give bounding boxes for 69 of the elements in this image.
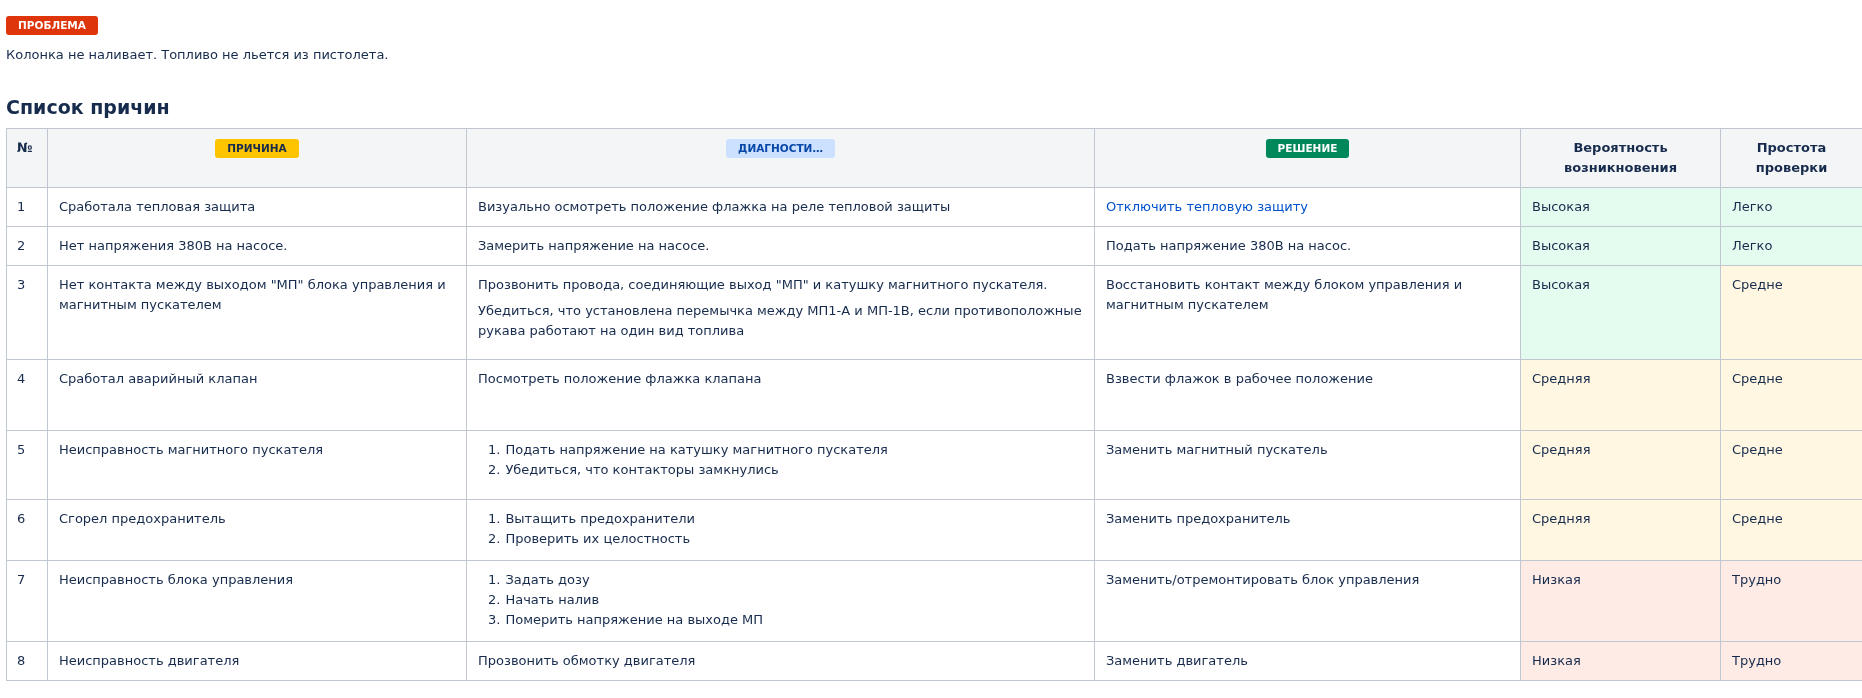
table-cell: Сработала тепловая защита (47, 187, 467, 227)
table-cell: 1 (6, 187, 48, 227)
ease-cell: Трудно (1720, 641, 1862, 681)
ease-cell: Легко (1720, 187, 1862, 227)
column-badge: ДИАГНОСТИ… (726, 139, 835, 158)
table-cell: Неисправность двигателя (47, 641, 467, 681)
table-cell: 7 (6, 560, 48, 642)
table-cell: Нет напряжения 380В на насосе. (47, 226, 467, 266)
table-cell: Подать напряжение 380В на насос. (1094, 226, 1521, 266)
table-cell: Заменить предохранитель (1094, 499, 1521, 561)
list-number: 1. (488, 510, 501, 528)
ease-cell: Средне (1720, 359, 1862, 431)
table-cell: Заменить магнитный пускатель (1094, 430, 1521, 500)
table-cell: Сработал аварийный клапан (47, 359, 467, 431)
column-badge: РЕШЕНИЕ (1265, 139, 1350, 158)
diagnostic-step: Прозвонить обмотку двигателя (478, 651, 1084, 671)
list-number: 2. (488, 591, 501, 609)
diagnostic-step: Задать дозу (505, 570, 590, 590)
solution-link[interactable]: Отключить тепловую защиту (1106, 199, 1308, 214)
column-header: Простота проверки (1720, 128, 1862, 188)
diagnostic-step: Убедиться, что установлена перемычка между МП1-А и МП-1В, если противоположные рукава работают на один вид топлива (478, 301, 1084, 341)
section-heading: Список причин (6, 96, 171, 118)
list-number: 3. (488, 611, 501, 629)
column-header: Вероятность возникновения (1520, 128, 1721, 188)
table-cell: 4 (6, 359, 48, 431)
list-number: 1. (488, 441, 501, 459)
probability-cell: Средняя (1520, 359, 1721, 431)
probability-cell: Средняя (1520, 430, 1721, 500)
column-badge: ПРИЧИНА (215, 139, 299, 158)
table-cell: 6 (6, 499, 48, 561)
diagnostic-step: Померить напряжение на выходе МП (505, 610, 764, 630)
ease-cell: Средне (1720, 430, 1862, 500)
table-cell: 3 (6, 265, 48, 360)
status-badge: ПРОБЛЕМА (6, 16, 98, 35)
list-number: 2. (488, 530, 501, 548)
diagnostic-step: Визуально осмотреть положение флажка на реле тепловой защиты (478, 197, 1084, 217)
probability-cell: Средняя (1520, 499, 1721, 561)
table-cell: Неисправность блока управления (47, 560, 467, 642)
diagnostic-step: Посмотреть положение флажка клапана (478, 369, 1084, 389)
column-header: № (6, 128, 48, 188)
ease-cell: Средне (1720, 265, 1862, 360)
ease-cell: Легко (1720, 226, 1862, 266)
table-cell: Неисправность магнитного пускателя (47, 430, 467, 500)
ease-cell: Средне (1720, 499, 1862, 561)
diagnostic-step: Начать налив (505, 590, 600, 610)
problem-description: Колонка не наливает. Топливо не льется из пистолета. (6, 47, 390, 62)
list-number: 2. (488, 461, 501, 479)
probability-cell: Высокая (1520, 265, 1721, 360)
ease-cell: Трудно (1720, 560, 1862, 642)
diagnostic-step: Вытащить предохранители (505, 509, 696, 529)
table-cell: Заменить двигатель (1094, 641, 1521, 681)
diagnostic-step: Проверить их целостность (505, 529, 691, 549)
probability-cell: Низкая (1520, 560, 1721, 642)
table-cell: Заменить/отремонтировать блок управления (1094, 560, 1521, 642)
diagnostic-step: Замерить напряжение на насосе. (478, 236, 1084, 256)
table-cell: 8 (6, 641, 48, 681)
table-cell: Нет контакта между выходом "МП" блока управления и магнитным пускателем (47, 265, 467, 360)
table-cell: Сгорел предохранитель (47, 499, 467, 561)
table-cell: Взвести флажок в рабочее положение (1094, 359, 1521, 431)
diagnostic-step: Убедиться, что контакторы замкнулись (505, 460, 779, 480)
probability-cell: Низкая (1520, 641, 1721, 681)
diagnostic-step: Подать напряжение на катушку магнитного пускателя (505, 440, 888, 460)
probability-cell: Высокая (1520, 187, 1721, 227)
table-cell: Восстановить контакт между блоком управления и магнитным пускателем (1094, 265, 1521, 360)
table-cell: 2 (6, 226, 48, 266)
list-number: 1. (488, 571, 501, 589)
diagnostic-step: Прозвонить провода, соединяющие выход "МП" и катушку магнитного пускателя. (478, 275, 1084, 295)
table-cell: 5 (6, 430, 48, 500)
probability-cell: Высокая (1520, 226, 1721, 266)
